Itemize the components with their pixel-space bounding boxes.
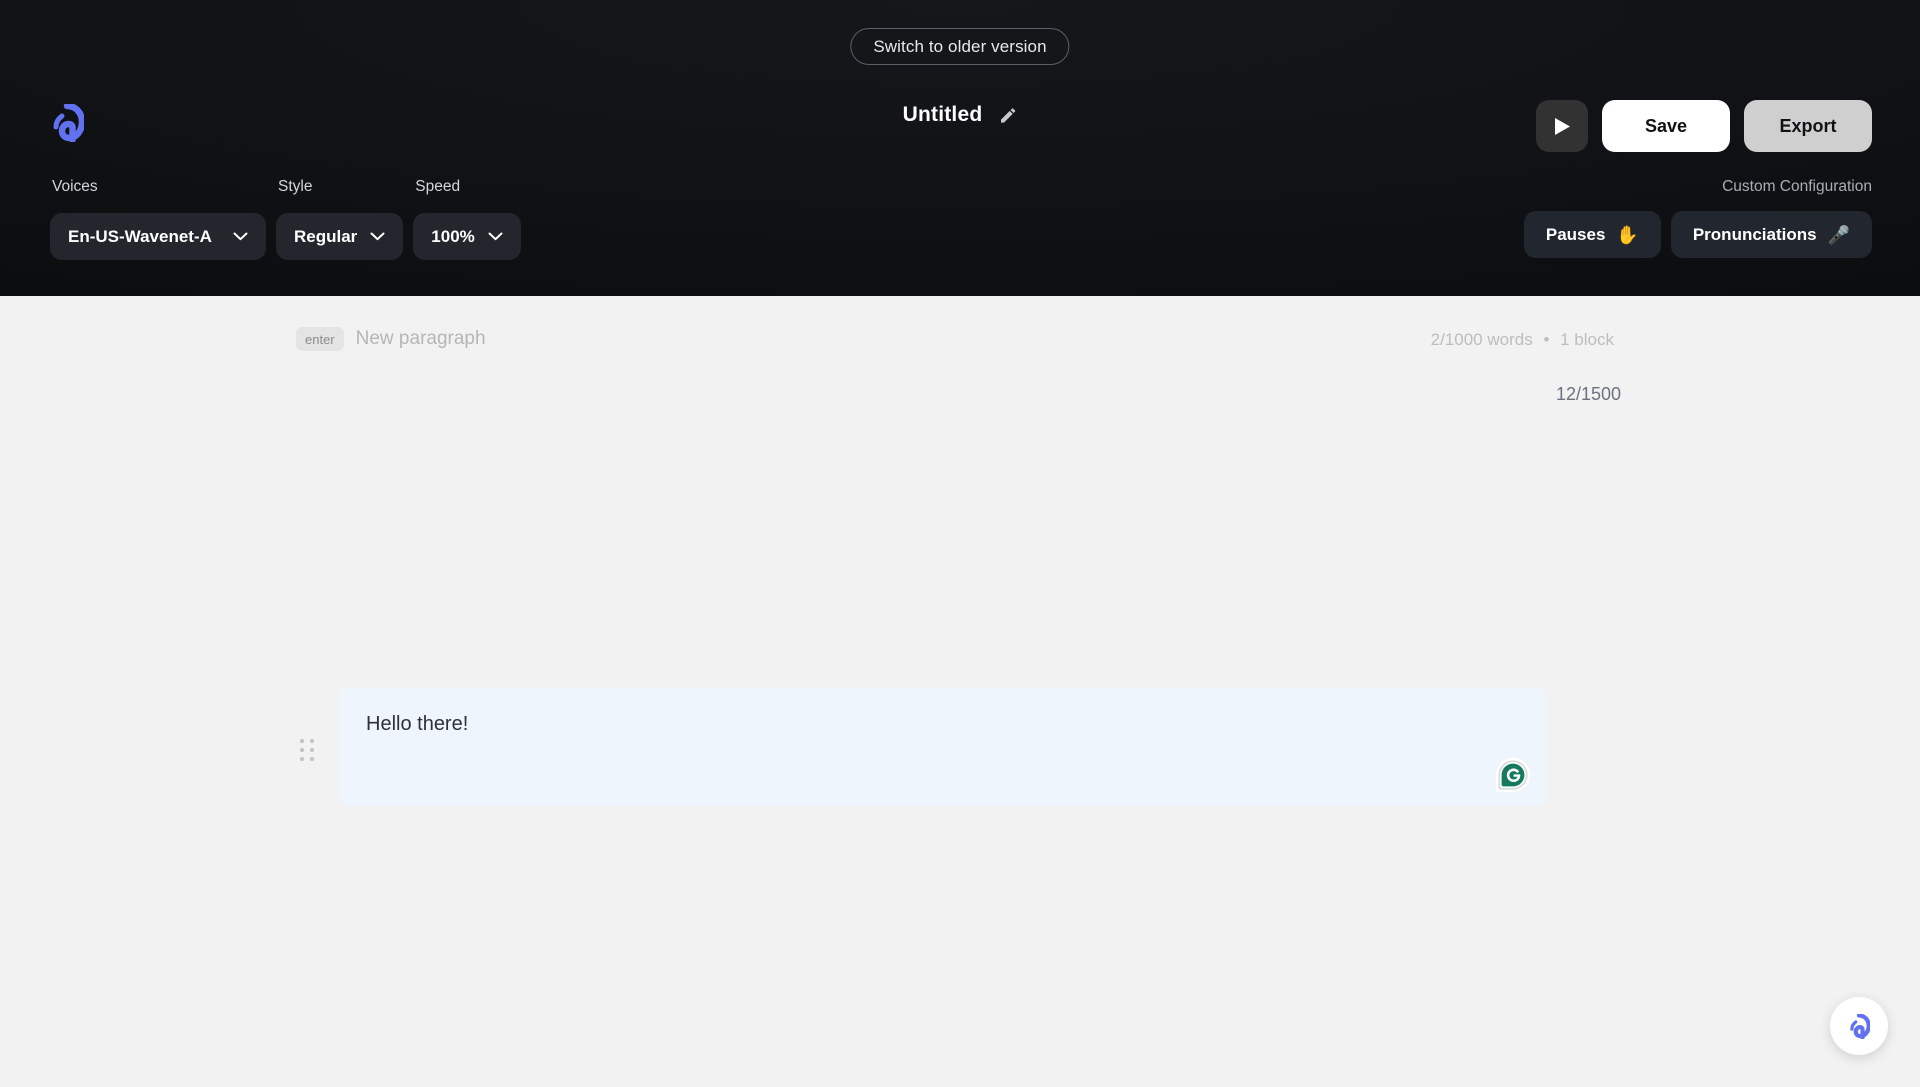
editor-area: enter New paragraph 2/1000 words • 1 blo… [0, 296, 1920, 1087]
word-count: 2/1000 words [1430, 330, 1533, 349]
word-statistics: 2/1000 words • 1 block [1431, 330, 1614, 350]
raised-hand-icon: ✋ [1616, 224, 1639, 245]
chevron-down-icon [488, 232, 503, 241]
speed-value: 100% [431, 226, 475, 246]
pencil-icon[interactable] [998, 106, 1017, 125]
custom-configuration-buttons: Pauses ✋ Pronunciations 🎤 [1523, 211, 1872, 258]
text-block[interactable]: Hello there! [338, 688, 1546, 806]
voices-label: Voices [52, 178, 98, 195]
style-value: Regular [294, 226, 358, 246]
block-text[interactable]: Hello there! [366, 710, 1518, 738]
page-title: Untitled [902, 103, 983, 126]
block-count: 1 block [1560, 330, 1614, 349]
voices-value: En-US-Wavenet-A [68, 226, 212, 246]
assistant-floating-button[interactable] [1830, 997, 1888, 1055]
style-label: Style [278, 178, 313, 195]
stats-separator: • [1543, 330, 1550, 349]
voices-dropdown[interactable]: En-US-Wavenet-A [50, 213, 266, 260]
chevron-down-icon [370, 232, 385, 241]
pronunciations-label: Pronunciations [1692, 224, 1817, 244]
voices-selector-group: Voices En-US-Wavenet-A [50, 178, 266, 260]
character-counter: 12/1500 [1556, 384, 1622, 404]
app-root: Switch to older version Untitled Save Ex… [0, 0, 1920, 1087]
pauses-button[interactable]: Pauses ✋ [1523, 211, 1661, 258]
enter-key-badge: enter [296, 327, 344, 351]
header-actions: Save Export [1536, 100, 1872, 152]
play-icon [1554, 117, 1571, 136]
save-button[interactable]: Save [1602, 100, 1730, 152]
voice-settings-bar: Voices En-US-Wavenet-A Style Regular Spe… [50, 178, 521, 260]
play-button[interactable] [1536, 100, 1588, 152]
grammarly-icon[interactable] [1494, 756, 1532, 794]
style-dropdown[interactable]: Regular [276, 213, 404, 260]
custom-configuration-label: Custom Configuration [1722, 178, 1872, 195]
new-paragraph-label: New paragraph [355, 328, 486, 349]
pronunciations-button[interactable]: Pronunciations 🎤 [1670, 211, 1872, 258]
speed-selector-group: Speed 100% [413, 178, 521, 260]
style-selector-group: Style Regular [276, 178, 404, 260]
microphone-icon: 🎤 [1827, 224, 1850, 245]
new-paragraph-hint[interactable]: enter New paragraph [296, 327, 486, 351]
pauses-label: Pauses [1545, 224, 1606, 244]
app-logo-icon [50, 102, 86, 144]
app-logo-icon [1848, 1013, 1870, 1039]
document-title-group[interactable]: Untitled [903, 103, 1018, 127]
drag-handle-icon[interactable] [300, 739, 316, 763]
speed-label: Speed [415, 178, 461, 195]
editor-toolbar: enter New paragraph 2/1000 words • 1 blo… [296, 327, 1614, 359]
switch-to-older-version-button[interactable]: Switch to older version [850, 28, 1070, 65]
chevron-down-icon [233, 232, 248, 241]
export-button[interactable]: Export [1744, 100, 1872, 152]
speed-dropdown[interactable]: 100% [413, 213, 521, 260]
app-header: Switch to older version Untitled Save Ex… [0, 0, 1920, 296]
